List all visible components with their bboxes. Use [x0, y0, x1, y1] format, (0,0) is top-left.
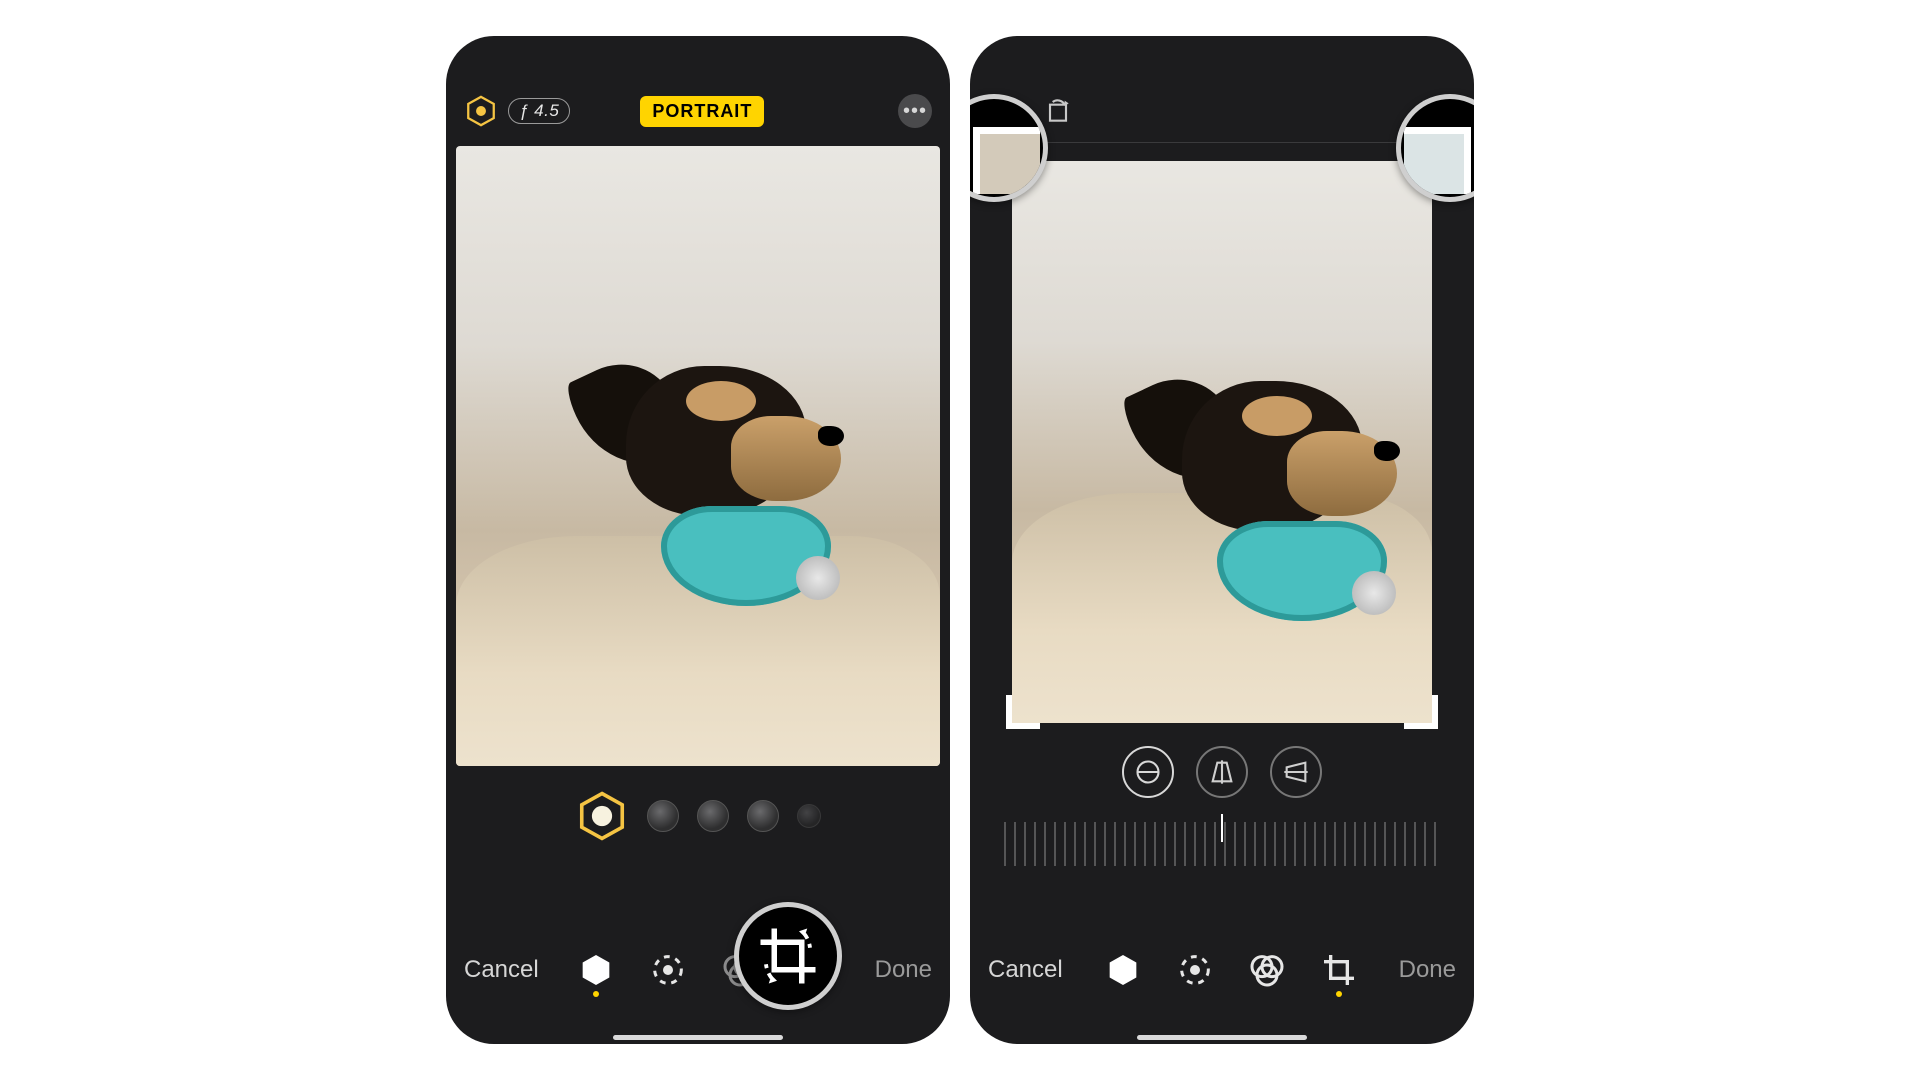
editor-top-bar: ƒ 4.5 PORTRAIT •••	[446, 84, 950, 138]
straighten-button[interactable]	[1122, 746, 1174, 798]
done-button[interactable]: Done	[1399, 956, 1456, 984]
filters-tab[interactable]	[1247, 950, 1287, 990]
aperture-badge[interactable]: ƒ 4.5	[508, 98, 570, 124]
adjust-tab[interactable]	[648, 950, 688, 990]
photo-content	[456, 146, 940, 766]
portrait-lighting-styles[interactable]	[446, 776, 950, 856]
horizontal-perspective-button[interactable]	[1270, 746, 1322, 798]
photo-canvas[interactable]	[456, 146, 940, 766]
lighting-style-option[interactable]	[747, 800, 779, 832]
vertical-perspective-button[interactable]	[1196, 746, 1248, 798]
home-indicator[interactable]	[1137, 1035, 1307, 1040]
portrait-lighting-tab[interactable]	[1103, 950, 1143, 990]
cancel-button[interactable]: Cancel	[464, 956, 539, 984]
portrait-lighting-icon[interactable]	[464, 94, 498, 128]
phone-screen-crop: Cancel Done	[970, 36, 1474, 1044]
lighting-style-natural-selected[interactable]	[575, 789, 629, 843]
divider	[982, 142, 1462, 143]
ellipsis-icon: •••	[903, 101, 927, 121]
tutorial-callout-crop-button	[734, 902, 842, 1010]
angle-dial[interactable]	[1004, 822, 1440, 866]
photo-mode-badge[interactable]: PORTRAIT	[640, 96, 764, 127]
editor-tool-tabs	[1103, 950, 1359, 990]
active-indicator	[1336, 991, 1342, 997]
crop-frame[interactable]	[1012, 161, 1432, 723]
home-indicator[interactable]	[613, 1035, 783, 1040]
lighting-style-option[interactable]	[797, 804, 821, 828]
editor-bottom-bar: Cancel Done	[446, 910, 950, 1030]
dial-center-mark	[1221, 814, 1223, 842]
adjust-tab[interactable]	[1175, 950, 1215, 990]
active-indicator	[593, 991, 599, 997]
phone-screen-edit-portrait: ƒ 4.5 PORTRAIT ••• Cance	[446, 36, 950, 1044]
lighting-style-option[interactable]	[647, 800, 679, 832]
editor-bottom-bar: Cancel Done	[970, 910, 1474, 1030]
rotate-icon[interactable]	[1042, 94, 1074, 126]
lighting-style-option[interactable]	[697, 800, 729, 832]
crop-tab[interactable]	[1319, 950, 1359, 990]
more-button[interactable]: •••	[898, 94, 932, 128]
done-button[interactable]: Done	[875, 956, 932, 984]
portrait-lighting-tab[interactable]	[576, 950, 616, 990]
crop-adjust-modes	[970, 746, 1474, 798]
cancel-button[interactable]: Cancel	[988, 956, 1063, 984]
photo-content	[1012, 161, 1432, 723]
